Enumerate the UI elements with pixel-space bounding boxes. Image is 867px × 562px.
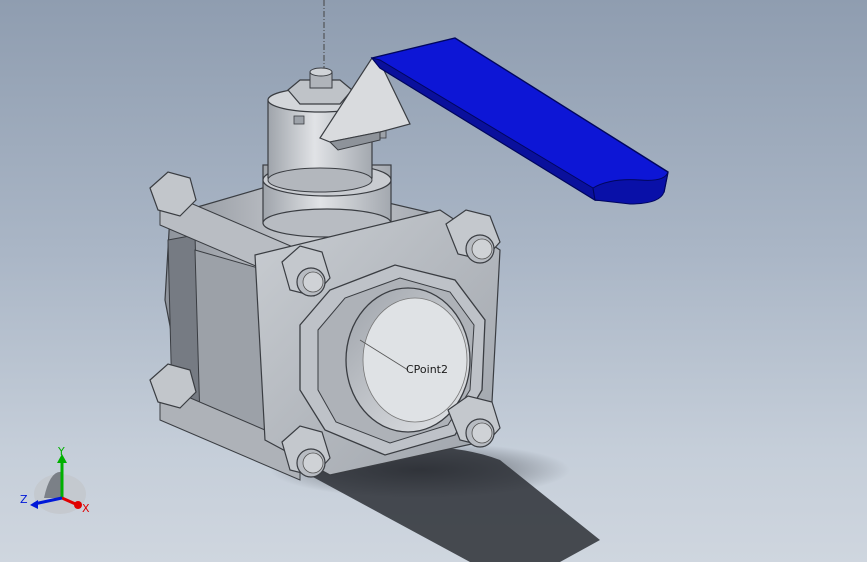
model-view[interactable]: CPoint2 Y X Z [0,0,867,562]
point-label[interactable]: CPoint2 [406,363,448,376]
triad-z-label: Z [20,493,28,506]
triad-y-label: Y [57,445,65,458]
triad-x-label: X [82,502,90,515]
reference-triad: Y X Z [20,445,90,515]
graphics-viewport[interactable]: CPoint2 Y X Z [0,0,867,562]
